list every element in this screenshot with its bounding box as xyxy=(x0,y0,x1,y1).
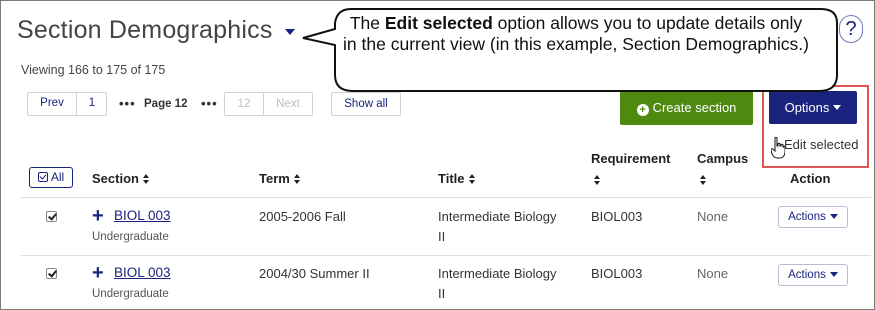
title-cell-cont: II xyxy=(438,286,446,301)
campus-cell: None xyxy=(697,266,729,281)
term-cell: 2005-2006 Fall xyxy=(259,209,346,224)
sort-icon[interactable] xyxy=(594,175,601,185)
section-level: Undergraduate xyxy=(92,231,169,243)
column-header-requirement[interactable]: Requirement xyxy=(591,151,670,166)
plus-circle-icon: + xyxy=(636,104,649,116)
header-divider xyxy=(21,197,871,198)
actions-label: Actions xyxy=(788,269,826,281)
actions-button[interactable]: Actions xyxy=(778,264,848,286)
chevron-down-icon xyxy=(829,272,838,277)
chevron-down-icon xyxy=(829,214,838,219)
callout-prefix: The xyxy=(349,13,385,33)
column-header-label: Campus xyxy=(697,151,749,166)
checkbox-icon xyxy=(37,172,48,182)
select-all-button[interactable]: All xyxy=(29,167,73,188)
expand-icon[interactable]: + xyxy=(92,263,104,283)
column-header-title[interactable]: Title xyxy=(438,171,476,186)
last-page-button[interactable]: 12 xyxy=(224,92,264,116)
section-link[interactable]: BIOL 003 xyxy=(114,265,171,280)
requirement-cell: BIOL003 xyxy=(591,209,643,224)
help-icon[interactable]: ? xyxy=(839,15,863,43)
term-cell: 2004/30 Summer II xyxy=(259,266,370,281)
expand-icon[interactable]: + xyxy=(92,206,104,226)
viewing-count: Viewing 166 to 175 of 175 xyxy=(21,63,166,77)
column-header-label: Term xyxy=(259,171,290,186)
create-section-label: Create section xyxy=(652,100,737,115)
column-header-campus[interactable]: Campus xyxy=(697,151,748,166)
title-cell: Intermediate Biology xyxy=(438,209,557,224)
column-header-label: Requirement xyxy=(591,151,671,166)
current-page-label: Page 12 xyxy=(144,98,188,110)
sort-icon[interactable] xyxy=(700,175,707,185)
select-all-label: All xyxy=(50,170,65,184)
section-level: Undergraduate xyxy=(92,288,169,300)
section-link[interactable]: BIOL 003 xyxy=(114,208,171,223)
hand-pointer-icon xyxy=(771,137,785,159)
sort-icon xyxy=(293,174,301,184)
sort-icon xyxy=(468,174,476,184)
column-header-section[interactable]: Section xyxy=(92,171,150,186)
row-checkbox[interactable] xyxy=(46,268,57,279)
row-divider xyxy=(21,255,871,256)
title-dropdown-icon[interactable] xyxy=(285,29,295,35)
requirement-cell: BIOL003 xyxy=(591,266,643,281)
pager-ellipsis: ••• xyxy=(201,96,218,111)
page-title: Section Demographics xyxy=(17,16,273,44)
actions-label: Actions xyxy=(788,211,826,223)
campus-cell: None xyxy=(697,209,729,224)
options-label: Options xyxy=(784,100,830,115)
column-header-action: Action xyxy=(790,171,831,186)
pager-ellipsis: ••• xyxy=(119,96,136,111)
column-header-term[interactable]: Term xyxy=(259,171,301,186)
title-cell-cont: II xyxy=(438,229,446,244)
screenshot-frame: Section Demographics ? Viewing 166 to 17… xyxy=(0,0,875,310)
row-checkbox[interactable] xyxy=(46,211,57,222)
page-1-button[interactable]: 1 xyxy=(77,92,107,116)
callout-text: The Edit selected option allows you to u… xyxy=(341,13,811,55)
actions-button[interactable]: Actions xyxy=(778,206,848,228)
prev-button[interactable]: Prev xyxy=(27,92,77,116)
sort-icon xyxy=(142,174,150,184)
title-cell: Intermediate Biology xyxy=(438,266,557,281)
chevron-down-icon xyxy=(833,105,842,110)
column-header-label: Title xyxy=(438,171,465,186)
column-header-label: Section xyxy=(92,171,139,186)
callout-bold: Edit selected xyxy=(384,13,493,33)
